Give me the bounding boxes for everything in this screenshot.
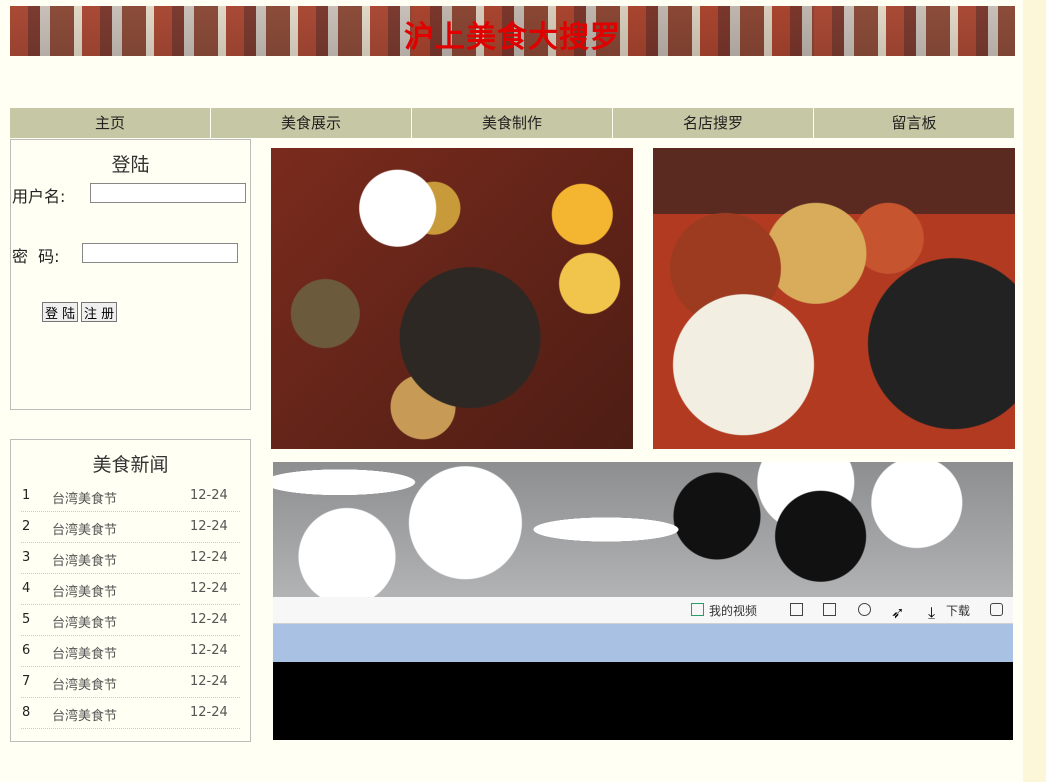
news-list: 1 台湾美食节 12-24 2 台湾美食节 12-24 3 台湾美食节 12-24 4 台湾美… [21, 481, 240, 729]
news-item[interactable]: 2 台湾美食节 12-24 [21, 512, 240, 543]
news-number: 8 [22, 705, 31, 720]
register-button[interactable]: 注 册 [81, 302, 118, 322]
heart-icon[interactable] [858, 603, 871, 616]
news-date: 12-24 [190, 550, 228, 565]
download-label[interactable]: 下载 [946, 602, 970, 619]
news-number: 4 [22, 581, 31, 596]
news-item[interactable]: 6 台湾美食节 12-24 [21, 636, 240, 667]
news-link[interactable]: 台湾美食节 [52, 612, 117, 631]
password-input[interactable] [82, 243, 238, 263]
news-number: 1 [22, 488, 31, 503]
news-link[interactable]: 台湾美食节 [52, 674, 117, 693]
video-controls-area[interactable] [273, 624, 1013, 662]
username-input[interactable] [90, 183, 246, 203]
news-date: 12-24 [190, 612, 228, 627]
news-item[interactable]: 1 台湾美食节 12-24 [21, 481, 240, 512]
news-date: 12-24 [190, 519, 228, 534]
news-item[interactable]: 7 台湾美食节 12-24 [21, 667, 240, 698]
play-video-icon[interactable] [691, 603, 704, 616]
news-item[interactable]: 8 台湾美食节 12-24 [21, 698, 240, 729]
video-player: 我的视频 ➶ ⤓ 下载 [273, 462, 1013, 740]
news-number: 2 [22, 519, 31, 534]
site-title: 沪上美食大搜罗 [404, 20, 621, 55]
news-title: 美食新闻 [92, 454, 169, 476]
nav-item-famous-shops[interactable]: 名店搜罗 [613, 108, 814, 138]
username-label: 用户名: [12, 187, 66, 206]
password-label: 密 码: [12, 247, 60, 266]
login-title: 登陆 [111, 154, 150, 176]
news-date: 12-24 [190, 581, 228, 596]
news-link[interactable]: 台湾美食节 [52, 705, 117, 724]
header-banner: 沪上美食大搜罗 [10, 6, 1015, 56]
news-link[interactable]: 台湾美食节 [52, 550, 117, 569]
shield-icon[interactable] [790, 603, 803, 616]
image-icon[interactable] [823, 603, 836, 616]
news-link[interactable]: 台湾美食节 [52, 581, 117, 600]
video-frame-japanese-food [273, 462, 1013, 597]
nav-item-food-gallery[interactable]: 美食展示 [211, 108, 412, 138]
news-number: 7 [22, 674, 31, 689]
news-item[interactable]: 4 台湾美食节 12-24 [21, 574, 240, 605]
main-nav: 主页 美食展示 美食制作 名店搜罗 留言板 [10, 108, 1014, 138]
news-date: 12-24 [190, 488, 228, 503]
settings-icon[interactable] [990, 603, 1003, 616]
nav-item-message-board[interactable]: 留言板 [814, 108, 1014, 138]
news-number: 5 [22, 612, 31, 627]
news-date: 12-24 [190, 643, 228, 658]
login-button[interactable]: 登 陆 [42, 302, 79, 322]
news-date: 12-24 [190, 674, 228, 689]
video-toolbar: 我的视频 ➶ ⤓ 下载 [273, 597, 1013, 624]
news-link[interactable]: 台湾美食节 [52, 519, 117, 538]
news-link[interactable]: 台湾美食节 [52, 643, 117, 662]
download-icon[interactable]: ⤓ [928, 603, 941, 622]
nav-item-home[interactable]: 主页 [10, 108, 211, 138]
news-link[interactable]: 台湾美食节 [52, 488, 117, 507]
news-item[interactable]: 3 台湾美食节 12-24 [21, 543, 240, 574]
nav-item-food-making[interactable]: 美食制作 [412, 108, 613, 138]
news-number: 6 [22, 643, 31, 658]
my-video-label[interactable]: 我的视频 [709, 602, 757, 619]
news-number: 3 [22, 550, 31, 565]
food-photo-banquet [653, 148, 1015, 449]
page-right-strip [1023, 0, 1046, 782]
video-black-area [273, 662, 1013, 740]
food-news-panel: 美食新闻 1 台湾美食节 12-24 2 台湾美食节 12-24 3 台湾美食节 12-24… [10, 439, 251, 742]
rocket-icon[interactable]: ➶ [891, 603, 904, 622]
news-item[interactable]: 5 台湾美食节 12-24 [21, 605, 240, 636]
login-panel: 登陆 用户名: 密 码: 登 陆 注 册 [10, 139, 251, 410]
news-date: 12-24 [190, 705, 228, 720]
food-photo-steak-set [271, 148, 633, 449]
